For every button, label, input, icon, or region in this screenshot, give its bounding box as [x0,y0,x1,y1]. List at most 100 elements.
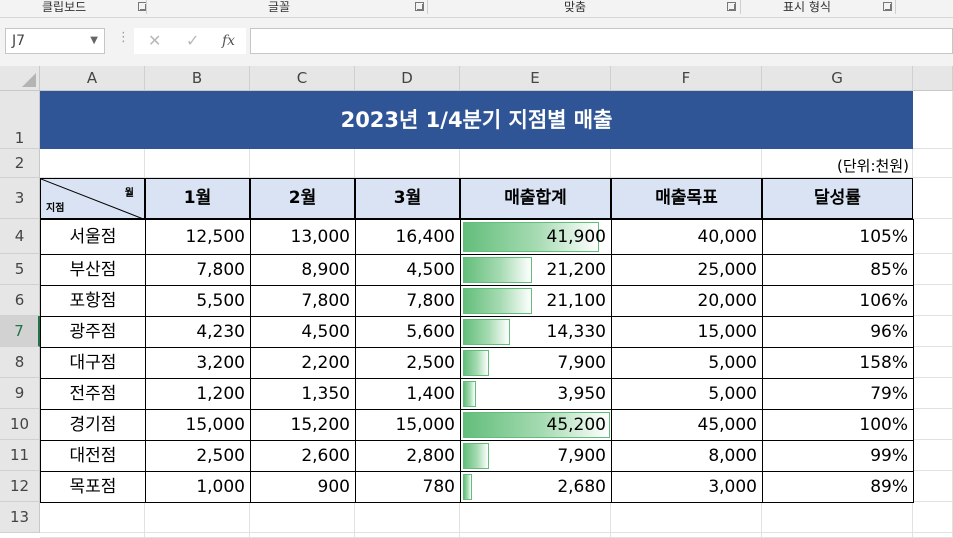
column-title-5[interactable]: 매출목표 [611,178,762,219]
cancel-icon[interactable]: ✕ [148,28,161,54]
column-header-E[interactable]: E [460,66,611,91]
row-header-1[interactable]: 1 [0,91,40,149]
data-cell-m3[interactable]: 7,800 [355,285,461,317]
row-header-6[interactable]: 6 [0,285,40,316]
row-header-2[interactable]: 2 [0,149,40,178]
data-cell-m1[interactable]: 1,000 [145,471,251,503]
data-cell-m1[interactable]: 2,500 [145,440,251,472]
enter-icon[interactable]: ✓ [186,28,199,54]
data-cell-m1[interactable]: 15,000 [145,409,251,441]
data-cell-target[interactable]: 8,000 [611,440,763,472]
data-cell-m2[interactable]: 2,600 [250,440,356,472]
data-cell-total[interactable]: 21,100 [460,285,612,317]
data-cell-m1[interactable]: 5,500 [145,285,251,317]
data-cell-rate[interactable]: 106% [762,285,914,317]
data-cell-m2[interactable]: 7,800 [250,285,356,317]
row-header-7[interactable]: 7 [0,316,40,347]
branch-cell[interactable]: 포항점 [40,285,146,317]
column-header-A[interactable]: A [40,66,145,91]
data-cell-m2[interactable]: 900 [250,471,356,503]
data-cell-m3[interactable]: 2,800 [355,440,461,472]
column-header-F[interactable]: F [611,66,762,91]
data-cell-m3[interactable]: 2,500 [355,347,461,379]
column-header-B[interactable]: B [145,66,250,91]
branch-cell[interactable]: 경기점 [40,409,146,441]
formula-input[interactable] [250,28,953,54]
data-cell-total[interactable]: 7,900 [460,440,612,472]
data-cell-m3[interactable]: 4,500 [355,254,461,286]
column-header-G[interactable]: G [762,66,913,91]
row-header-3[interactable]: 3 [0,178,40,219]
data-cell-m3[interactable]: 16,400 [355,219,461,255]
data-cell-m2[interactable]: 2,200 [250,347,356,379]
column-title-2[interactable]: 2월 [250,178,355,219]
column-header-C[interactable]: C [250,66,355,91]
data-cell-m3[interactable]: 780 [355,471,461,503]
column-header-D[interactable]: D [355,66,460,91]
data-cell-target[interactable]: 40,000 [611,219,763,255]
data-cell-target[interactable]: 15,000 [611,316,763,348]
header-diagonal-cell[interactable]: 월 지점 [40,178,146,220]
data-cell-total[interactable]: 3,950 [460,378,612,410]
branch-cell[interactable]: 대전점 [40,440,146,472]
data-cell-total[interactable]: 45,200 [460,409,612,441]
data-cell-m1[interactable]: 12,500 [145,219,251,255]
data-cell-target[interactable]: 5,000 [611,347,763,379]
chevron-down-icon[interactable]: ▼ [90,29,98,53]
data-cell-m3[interactable]: 1,400 [355,378,461,410]
data-cell-total[interactable]: 21,200 [460,254,612,286]
branch-cell[interactable]: 부산점 [40,254,146,286]
data-cell-m3[interactable]: 15,000 [355,409,461,441]
data-cell-target[interactable]: 3,000 [611,471,763,503]
data-cell-m2[interactable]: 13,000 [250,219,356,255]
row-header-13[interactable]: 13 [0,502,40,533]
row-header-9[interactable]: 9 [0,378,40,409]
unit-label[interactable]: (단위:천원) [40,149,909,178]
dialog-launcher-icon[interactable] [415,2,424,11]
data-cell-m2[interactable]: 1,350 [250,378,356,410]
data-cell-m1[interactable]: 1,200 [145,378,251,410]
data-cell-rate[interactable]: 96% [762,316,914,348]
row-header-8[interactable]: 8 [0,347,40,378]
data-cell-total[interactable]: 41,900 [460,219,612,255]
row-header-12[interactable]: 12 [0,471,40,502]
dialog-launcher-icon[interactable] [727,2,736,11]
data-cell-rate[interactable]: 158% [762,347,914,379]
data-cell-rate[interactable]: 89% [762,471,914,503]
row-header-11[interactable]: 11 [0,440,40,471]
data-cell-target[interactable]: 45,000 [611,409,763,441]
data-cell-m1[interactable]: 7,800 [145,254,251,286]
data-cell-m2[interactable]: 8,900 [250,254,356,286]
data-cell-target[interactable]: 5,000 [611,378,763,410]
data-cell-m2[interactable]: 4,500 [250,316,356,348]
branch-cell[interactable]: 광주점 [40,316,146,348]
data-cell-rate[interactable]: 79% [762,378,914,410]
column-title-4[interactable]: 매출합계 [460,178,611,219]
data-cell-m2[interactable]: 15,200 [250,409,356,441]
row-header-5[interactable]: 5 [0,254,40,285]
data-cell-total[interactable]: 2,680 [460,471,612,503]
data-cell-rate[interactable]: 100% [762,409,914,441]
row-header-4[interactable]: 4 [0,219,40,254]
column-header-h[interactable] [913,66,953,91]
more-options-icon[interactable]: ⋮ [117,30,130,45]
data-cell-rate[interactable]: 105% [762,219,914,255]
dialog-launcher-icon[interactable] [883,2,892,11]
branch-cell[interactable]: 대구점 [40,347,146,379]
branch-cell[interactable]: 목포점 [40,471,146,503]
row-header-10[interactable]: 10 [0,409,40,440]
sheet-title[interactable]: 2023년 1/4분기 지점별 매출 [40,91,913,149]
data-cell-total[interactable]: 14,330 [460,316,612,348]
column-title-6[interactable]: 달성률 [762,178,913,219]
data-cell-m1[interactable]: 4,230 [145,316,251,348]
column-title-1[interactable]: 1월 [145,178,250,219]
branch-cell[interactable]: 전주점 [40,378,146,410]
data-cell-rate[interactable]: 85% [762,254,914,286]
insert-function-icon[interactable]: fx [222,28,235,54]
branch-cell[interactable]: 서울점 [40,219,146,255]
data-cell-target[interactable]: 20,000 [611,285,763,317]
data-cell-m3[interactable]: 5,600 [355,316,461,348]
data-cell-rate[interactable]: 99% [762,440,914,472]
name-box[interactable]: J7 ▼ [5,28,105,54]
data-cell-target[interactable]: 25,000 [611,254,763,286]
